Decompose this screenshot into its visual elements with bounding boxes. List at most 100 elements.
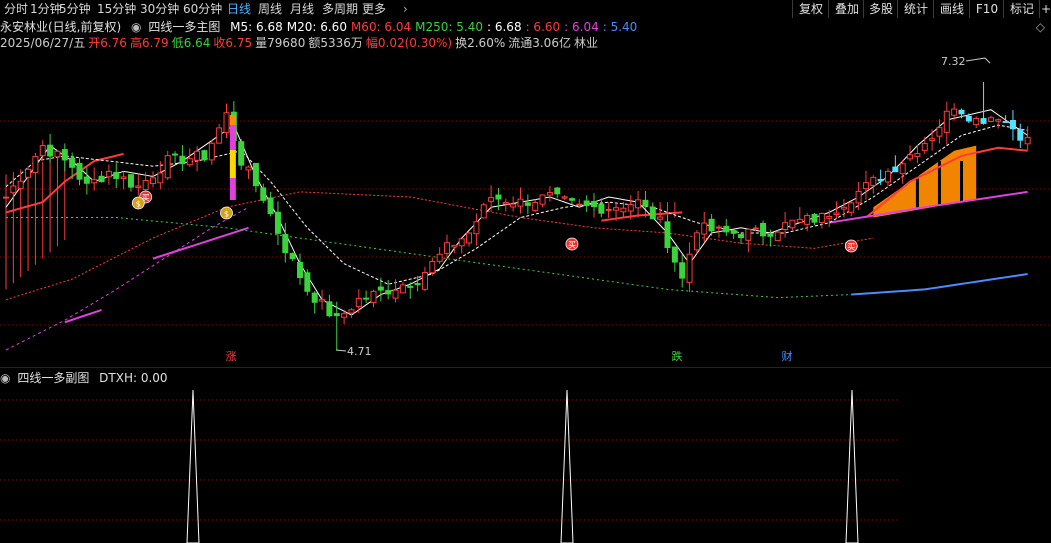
candle[interactable] (936, 119, 943, 144)
candle[interactable] (517, 187, 524, 214)
candle[interactable] (25, 168, 32, 179)
candle[interactable] (532, 199, 539, 212)
candle[interactable] (83, 167, 90, 195)
candle[interactable] (899, 159, 906, 184)
candle[interactable] (495, 188, 502, 211)
candle[interactable] (466, 231, 473, 247)
candle[interactable] (172, 151, 179, 164)
candle[interactable] (61, 143, 68, 172)
candle[interactable] (686, 242, 693, 293)
candle[interactable] (297, 253, 303, 285)
candle[interactable] (238, 138, 245, 170)
candle[interactable] (892, 155, 899, 173)
candle[interactable] (451, 244, 458, 253)
candle[interactable] (539, 194, 546, 208)
candle[interactable] (201, 149, 208, 162)
candle[interactable] (826, 209, 833, 227)
candle[interactable] (664, 215, 671, 254)
candle[interactable] (32, 152, 39, 174)
candle[interactable] (216, 123, 223, 144)
candle[interactable] (436, 247, 443, 264)
candle[interactable] (135, 173, 142, 196)
candle[interactable] (17, 176, 24, 190)
candle[interactable] (995, 118, 1002, 129)
candle[interactable] (546, 186, 553, 202)
candle[interactable] (671, 246, 678, 272)
candle[interactable] (789, 219, 796, 230)
candle[interactable] (1024, 126, 1031, 151)
candle[interactable] (723, 219, 730, 237)
circle-dot-icon[interactable]: ◉ (0, 370, 10, 386)
candle[interactable] (245, 165, 252, 179)
candle[interactable] (980, 82, 987, 125)
candle[interactable] (370, 289, 377, 308)
candle[interactable] (635, 190, 642, 210)
candle[interactable] (363, 290, 370, 304)
candle[interactable] (98, 170, 105, 183)
candle[interactable] (252, 162, 259, 193)
candle[interactable] (987, 115, 994, 123)
candle[interactable] (848, 201, 855, 217)
candle[interactable] (782, 211, 789, 238)
candle[interactable] (679, 254, 686, 288)
candle[interactable] (289, 252, 296, 262)
candle[interactable] (598, 198, 605, 217)
candle[interactable] (113, 163, 120, 189)
candle[interactable] (568, 197, 575, 205)
candle[interactable] (561, 195, 568, 200)
candle[interactable] (399, 281, 406, 294)
candle[interactable] (311, 291, 318, 314)
candle[interactable] (91, 167, 98, 191)
candle[interactable] (921, 136, 928, 155)
candle[interactable] (796, 207, 803, 223)
candle[interactable] (524, 194, 531, 215)
candle[interactable] (811, 212, 818, 226)
sub-indicator-name[interactable]: 四线一多副图 (17, 370, 89, 386)
candle[interactable] (326, 294, 333, 318)
candle[interactable] (421, 266, 428, 292)
candle[interactable] (774, 230, 781, 241)
candle[interactable] (605, 206, 612, 218)
candle[interactable] (319, 289, 326, 310)
candle[interactable] (649, 203, 656, 220)
candle[interactable] (510, 196, 517, 212)
candle[interactable] (429, 257, 436, 276)
candle[interactable] (458, 238, 465, 254)
candle[interactable] (929, 129, 936, 151)
candle[interactable] (862, 170, 869, 200)
candle[interactable] (355, 289, 362, 313)
candle[interactable] (642, 190, 649, 207)
candle[interactable] (150, 171, 156, 188)
candle[interactable] (3, 188, 9, 202)
candle[interactable] (480, 202, 487, 219)
candle[interactable] (274, 201, 281, 246)
candle[interactable] (473, 213, 480, 246)
candle[interactable] (105, 164, 112, 185)
pane-divider[interactable] (0, 367, 1051, 368)
candle[interactable] (223, 103, 230, 139)
candle[interactable] (208, 140, 215, 165)
candle[interactable] (304, 269, 311, 296)
candle[interactable] (267, 191, 274, 217)
candle[interactable] (840, 199, 847, 218)
candle[interactable] (76, 158, 83, 186)
candle[interactable] (10, 177, 17, 201)
candle[interactable] (333, 301, 340, 350)
candle[interactable] (348, 308, 355, 318)
candle[interactable] (738, 233, 744, 244)
candle[interactable] (591, 193, 597, 212)
candle[interactable] (943, 101, 950, 145)
kline-chart[interactable]: 买买 买$$7.324.71涨跌财 (0, 0, 1051, 543)
candle[interactable] (760, 220, 767, 245)
candle[interactable] (120, 171, 127, 190)
candle[interactable] (730, 229, 737, 239)
candle[interactable] (392, 279, 399, 303)
candle[interactable] (554, 186, 561, 199)
candle[interactable] (973, 116, 980, 129)
candle[interactable] (583, 195, 590, 212)
candle[interactable] (39, 140, 46, 161)
candle[interactable] (54, 149, 61, 168)
candle[interactable] (693, 230, 700, 254)
candle[interactable] (179, 145, 186, 172)
candle[interactable] (745, 228, 752, 253)
